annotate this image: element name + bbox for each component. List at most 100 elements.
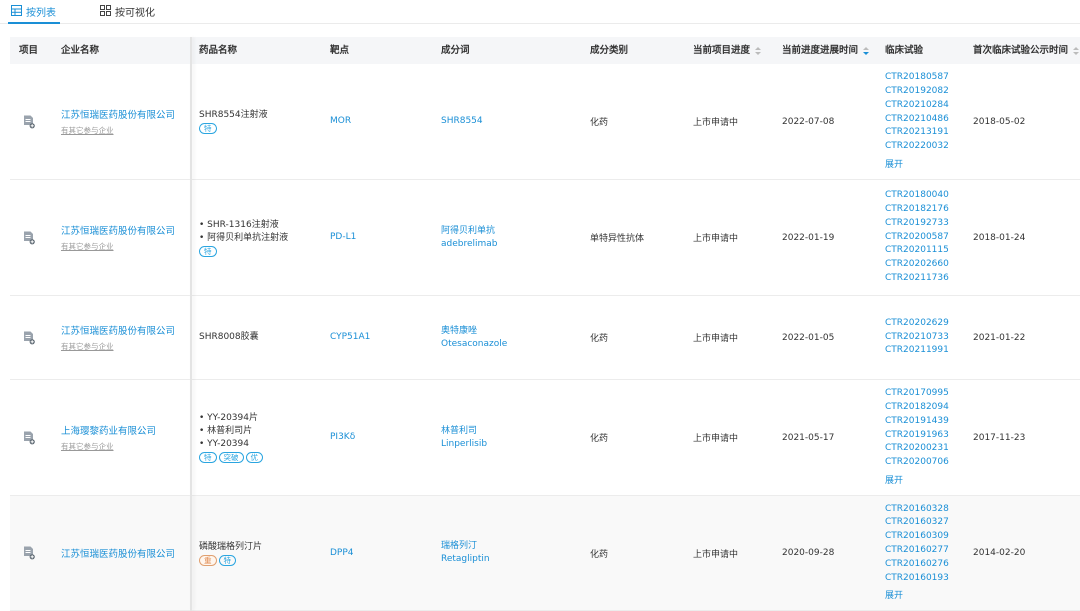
trial-link[interactable]: CTR20211991 [885,344,970,358]
target-link[interactable]: PD-L1 [330,231,430,244]
trial-link[interactable]: CTR20192733 [885,217,970,231]
company-link[interactable]: 江苏恒瑞医药股份有限公司 [61,107,186,121]
drug-cell: • YY-20394片 • 林普利司片 • YY-20394 特突破优 [199,380,324,495]
company-link[interactable]: 江苏恒瑞医药股份有限公司 [61,323,186,337]
header-progress[interactable]: 当前项目进度 [693,37,762,64]
ingredient-link[interactable]: 阿得贝利单抗 [441,225,581,238]
ingredient-link[interactable]: 林普利司 [441,425,581,438]
trial-link[interactable]: CTR20160277 [885,544,970,558]
ingredient-en-link[interactable]: Retagliptin [441,553,581,566]
table-row: 江苏恒瑞医药股份有限公司 有其它参与企业 • SHR-1316注射液 • 阿得贝利单抗… [10,180,1080,296]
other-companies-link[interactable]: 有其它参与企业 [61,341,186,352]
view-tabs: 按列表 按可视化 [0,0,1080,24]
target-link[interactable]: CYP51A1 [330,331,430,344]
category-cell: 化药 [590,296,685,379]
trial-link[interactable]: CTR20200231 [885,442,970,456]
header-first-trial-label: 首次临床试验公示时间 [973,45,1069,56]
target-link[interactable]: DPP4 [330,547,430,560]
document-add-icon[interactable] [23,115,35,129]
trial-link[interactable]: CTR20170995 [885,387,970,401]
trial-link[interactable]: CTR20210284 [885,99,970,113]
progress-cell: 上市申请中 [693,496,778,610]
progress-time-cell: 2022-07-08 [782,64,877,179]
drug-tag: 突破 [218,452,244,463]
trial-link[interactable]: CTR20191439 [885,415,970,429]
trial-link[interactable]: CTR20213191 [885,126,970,140]
trial-link[interactable]: CTR20202629 [885,317,970,331]
other-companies-link[interactable]: 有其它参与企业 [61,241,186,252]
company-link[interactable]: 江苏恒瑞医药股份有限公司 [61,546,186,560]
header-first-trial[interactable]: 首次临床试验公示时间 [973,37,1080,64]
other-companies-link[interactable]: 有其它参与企业 [61,441,186,452]
trial-link[interactable]: CTR20202660 [885,258,970,272]
tab-list-view[interactable]: 按列表 [8,4,60,24]
trials-cell: CTR20202629 CTR20210733 CTR20211991 [885,296,970,379]
ingredient-cell: 林普利司 Linperlisib [441,380,581,495]
company-link[interactable]: 江苏恒瑞医药股份有限公司 [61,223,186,237]
trial-list: CTR20180587 CTR20192082 CTR20210284 CTR2021… [885,71,970,154]
trial-link[interactable]: CTR20182176 [885,203,970,217]
ingredient-link[interactable]: SHR8554 [441,115,581,128]
trial-link[interactable]: CTR20210733 [885,331,970,345]
ingredient-en-link[interactable]: Otesaconazole [441,338,581,351]
trial-link[interactable]: CTR20160276 [885,558,970,572]
expand-button[interactable]: 展开 [885,159,970,172]
first-trial-cell: 2021-01-22 [973,296,1073,379]
other-companies-link[interactable]: 有其它参与企业 [61,125,186,136]
ingredient-en-link[interactable]: Linperlisib [441,438,581,451]
tab-visual-view[interactable]: 按可视化 [100,4,155,24]
tab-visual-label: 按可视化 [115,8,155,19]
drug-name: SHR8554注射液 [199,110,268,120]
progress-cell: 上市申请中 [693,180,778,295]
ingredient-en-link[interactable]: adebrelimab [441,238,581,251]
progress-value: 上市申请中 [693,118,739,128]
trial-link[interactable]: CTR20160193 [885,572,970,586]
expand-button[interactable]: 展开 [885,590,970,603]
ingredient-cell: 阿得贝利单抗 adebrelimab [441,180,581,295]
first-trial-value: 2018-01-24 [973,232,1026,243]
sort-icon[interactable] [755,47,762,56]
sort-icon[interactable] [1073,47,1080,56]
drug-cell: SHR8008胶囊 [199,296,324,379]
trial-link[interactable]: CTR20192082 [885,85,970,99]
target-link[interactable]: PI3Kδ [330,431,430,444]
header-ingredient: 成分词 [441,45,470,56]
table-header: 项目 企业名称 药品名称 靶点 成分词 成分类别 当前项目进度 当前进度进展时间… [10,37,1080,64]
trial-link[interactable]: CTR20160309 [885,530,970,544]
progress-time-value: 2022-07-08 [782,116,835,127]
trial-list: CTR20202629 CTR20210733 CTR20211991 [885,317,970,358]
drug-name: • 林普利司片 [199,426,253,436]
trials-cell: CTR20180040 CTR20182176 CTR20192733 CTR2020… [885,180,970,295]
trial-link[interactable]: CTR20200706 [885,456,970,470]
document-add-icon[interactable] [23,331,35,345]
header-progress-time[interactable]: 当前进度进展时间 [782,37,870,64]
ingredient-link[interactable]: 奥特康唑 [441,325,581,338]
trial-link[interactable]: CTR20182094 [885,401,970,415]
progress-time-value: 2021-05-17 [782,432,835,443]
trial-link[interactable]: CTR20180040 [885,189,970,203]
document-add-icon[interactable] [23,546,35,560]
progress-value: 上市申请中 [693,549,739,560]
trial-link[interactable]: CTR20200587 [885,231,970,245]
category-cell: 化药 [590,64,685,179]
trial-link[interactable]: CTR20210486 [885,113,970,127]
trial-link[interactable]: CTR20211736 [885,272,970,286]
sort-icon[interactable] [863,47,870,56]
trial-link[interactable]: CTR20160327 [885,516,970,530]
trial-link[interactable]: CTR20160328 [885,503,970,517]
document-add-icon[interactable] [23,431,35,445]
company-link[interactable]: 上海璎黎药业有限公司 [61,423,186,437]
progress-value: 上市申请中 [693,334,739,344]
trial-link[interactable]: CTR20201115 [885,244,970,258]
trial-link[interactable]: CTR20180587 [885,71,970,85]
expand-button[interactable]: 展开 [885,475,970,488]
frozen-column-divider [190,37,192,611]
trial-link[interactable]: CTR20191963 [885,429,970,443]
target-link[interactable]: MOR [330,115,430,128]
category-value: 化药 [590,434,609,444]
drug-tags: 特 [199,245,324,257]
trial-link[interactable]: CTR20220032 [885,140,970,154]
category-value: 化药 [590,118,609,128]
ingredient-link[interactable]: 瑞格列汀 [441,540,581,553]
document-add-icon[interactable] [23,231,35,245]
